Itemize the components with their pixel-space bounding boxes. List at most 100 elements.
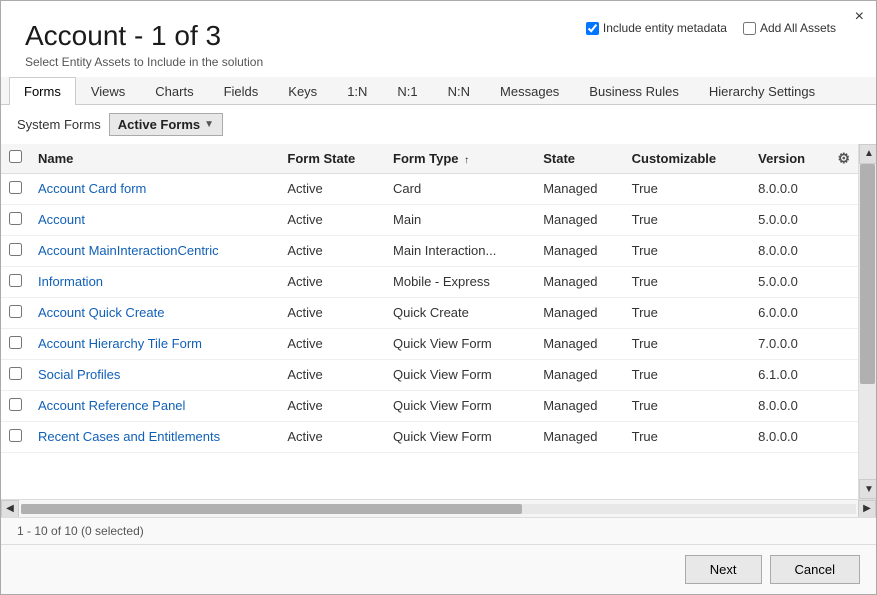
select-all-checkbox[interactable] bbox=[9, 150, 22, 163]
row-form-type: Quick View Form bbox=[385, 359, 535, 390]
row-checkbox[interactable] bbox=[9, 305, 22, 318]
row-checkbox-cell[interactable] bbox=[1, 173, 30, 204]
tab-business-rules[interactable]: Business Rules bbox=[574, 77, 694, 105]
tab-keys[interactable]: Keys bbox=[273, 77, 332, 105]
tab-forms[interactable]: Forms bbox=[9, 77, 76, 105]
table-row: Account MainInteractionCentricActiveMain… bbox=[1, 235, 858, 266]
scroll-left-arrow[interactable]: ◀ bbox=[1, 500, 19, 518]
tab-views[interactable]: Views bbox=[76, 77, 140, 105]
vscroll-thumb bbox=[860, 164, 875, 385]
tab-messages[interactable]: Messages bbox=[485, 77, 574, 105]
forms-table: Name Form State Form Type ↑ State Custom… bbox=[1, 144, 858, 453]
row-name[interactable]: Account MainInteractionCentric bbox=[30, 235, 279, 266]
table-row: Recent Cases and EntitlementsActiveQuick… bbox=[1, 421, 858, 452]
table-row: Account Reference PanelActiveQuick View … bbox=[1, 390, 858, 421]
row-checkbox-cell[interactable] bbox=[1, 359, 30, 390]
row-form-state: Active bbox=[279, 266, 385, 297]
status-text: 1 - 10 of 10 (0 selected) bbox=[17, 524, 144, 538]
row-checkbox[interactable] bbox=[9, 274, 22, 287]
row-customizable: True bbox=[624, 204, 751, 235]
row-form-type: Card bbox=[385, 173, 535, 204]
tab-fields[interactable]: Fields bbox=[209, 77, 274, 105]
row-customizable: True bbox=[624, 297, 751, 328]
row-checkbox[interactable] bbox=[9, 336, 22, 349]
hscroll-track[interactable] bbox=[21, 504, 856, 514]
cancel-button[interactable]: Cancel bbox=[770, 555, 860, 584]
row-checkbox-cell[interactable] bbox=[1, 297, 30, 328]
table-row: Account Hierarchy Tile FormActiveQuick V… bbox=[1, 328, 858, 359]
next-button[interactable]: Next bbox=[685, 555, 762, 584]
row-customizable: True bbox=[624, 421, 751, 452]
tab-n1[interactable]: N:1 bbox=[382, 77, 432, 105]
row-checkbox-cell[interactable] bbox=[1, 328, 30, 359]
system-forms-label: System Forms bbox=[17, 117, 101, 132]
gear-icon[interactable]: ⚙ bbox=[837, 150, 850, 166]
dialog-subtitle: Select Entity Assets to Include in the s… bbox=[25, 55, 852, 69]
tabs-bar: Forms Views Charts Fields Keys 1:N N:1 N… bbox=[1, 77, 876, 105]
row-checkbox[interactable] bbox=[9, 212, 22, 225]
sort-icon: ↑ bbox=[464, 155, 469, 166]
row-version: 8.0.0.0 bbox=[750, 173, 829, 204]
row-checkbox-cell[interactable] bbox=[1, 421, 30, 452]
row-version: 5.0.0.0 bbox=[750, 266, 829, 297]
col-customizable: Customizable bbox=[624, 144, 751, 174]
table-row: Social ProfilesActiveQuick View FormMana… bbox=[1, 359, 858, 390]
row-name[interactable]: Account Hierarchy Tile Form bbox=[30, 328, 279, 359]
row-extra bbox=[829, 421, 858, 452]
row-customizable: True bbox=[624, 359, 751, 390]
scroll-down-arrow[interactable]: ▼ bbox=[859, 479, 876, 499]
row-form-state: Active bbox=[279, 235, 385, 266]
row-checkbox-cell[interactable] bbox=[1, 266, 30, 297]
row-checkbox[interactable] bbox=[9, 243, 22, 256]
row-checkbox[interactable] bbox=[9, 429, 22, 442]
row-extra bbox=[829, 297, 858, 328]
row-name[interactable]: Social Profiles bbox=[30, 359, 279, 390]
tab-nn[interactable]: N:N bbox=[433, 77, 485, 105]
subheader: System Forms Active Forms ▼ bbox=[1, 105, 876, 144]
table-container: Name Form State Form Type ↑ State Custom… bbox=[1, 144, 876, 517]
status-bar: 1 - 10 of 10 (0 selected) bbox=[1, 517, 876, 544]
row-version: 5.0.0.0 bbox=[750, 204, 829, 235]
row-state: Managed bbox=[535, 359, 623, 390]
row-checkbox[interactable] bbox=[9, 367, 22, 380]
row-version: 8.0.0.0 bbox=[750, 235, 829, 266]
row-checkbox-cell[interactable] bbox=[1, 204, 30, 235]
row-checkbox[interactable] bbox=[9, 398, 22, 411]
row-version: 8.0.0.0 bbox=[750, 390, 829, 421]
include-metadata-control[interactable]: Include entity metadata bbox=[586, 21, 727, 35]
add-all-assets-checkbox[interactable] bbox=[743, 22, 756, 35]
tab-1n[interactable]: 1:N bbox=[332, 77, 382, 105]
row-form-state: Active bbox=[279, 173, 385, 204]
tab-hierarchy-settings[interactable]: Hierarchy Settings bbox=[694, 77, 830, 105]
vscroll-track[interactable] bbox=[859, 164, 876, 479]
table-wrapper[interactable]: Name Form State Form Type ↑ State Custom… bbox=[1, 144, 858, 499]
col-state: State bbox=[535, 144, 623, 174]
row-form-type: Quick View Form bbox=[385, 328, 535, 359]
horizontal-scrollbar[interactable]: ◀ ▶ bbox=[1, 499, 876, 517]
vertical-scrollbar[interactable]: ▲ ▼ bbox=[858, 144, 876, 499]
row-name[interactable]: Information bbox=[30, 266, 279, 297]
tab-charts[interactable]: Charts bbox=[140, 77, 208, 105]
scroll-up-arrow[interactable]: ▲ bbox=[859, 144, 876, 164]
row-version: 6.0.0.0 bbox=[750, 297, 829, 328]
row-checkbox-cell[interactable] bbox=[1, 390, 30, 421]
row-state: Managed bbox=[535, 235, 623, 266]
col-form-type[interactable]: Form Type ↑ bbox=[385, 144, 535, 174]
scroll-right-arrow[interactable]: ▶ bbox=[858, 500, 876, 518]
row-version: 6.1.0.0 bbox=[750, 359, 829, 390]
row-name[interactable]: Account bbox=[30, 204, 279, 235]
include-metadata-checkbox[interactable] bbox=[586, 22, 599, 35]
table-row: AccountActiveMainManagedTrue5.0.0.0 bbox=[1, 204, 858, 235]
row-name[interactable]: Account Quick Create bbox=[30, 297, 279, 328]
active-forms-dropdown[interactable]: Active Forms ▼ bbox=[109, 113, 223, 136]
row-name[interactable]: Recent Cases and Entitlements bbox=[30, 421, 279, 452]
row-name[interactable]: Account Card form bbox=[30, 173, 279, 204]
row-form-type: Quick View Form bbox=[385, 421, 535, 452]
row-state: Managed bbox=[535, 297, 623, 328]
close-button[interactable]: × bbox=[855, 9, 864, 25]
row-checkbox[interactable] bbox=[9, 181, 22, 194]
row-checkbox-cell[interactable] bbox=[1, 235, 30, 266]
add-all-assets-control[interactable]: Add All Assets bbox=[743, 21, 836, 35]
row-name[interactable]: Account Reference Panel bbox=[30, 390, 279, 421]
row-state: Managed bbox=[535, 390, 623, 421]
